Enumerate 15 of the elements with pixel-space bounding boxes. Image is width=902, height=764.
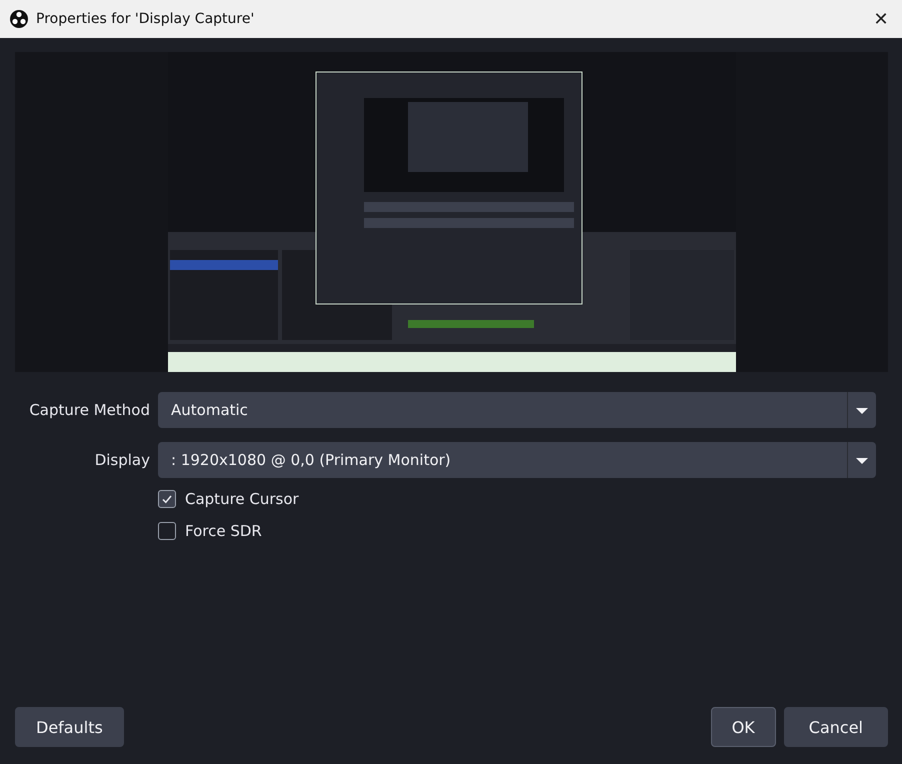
field-label: Capture Method bbox=[28, 401, 150, 419]
app-logo-icon bbox=[10, 10, 28, 28]
defaults-button[interactable]: Defaults bbox=[15, 707, 124, 747]
close-button[interactable]: ✕ bbox=[870, 8, 892, 30]
checkbox[interactable] bbox=[158, 522, 176, 540]
field-label: Display bbox=[94, 451, 150, 469]
cancel-button[interactable]: Cancel bbox=[784, 707, 888, 747]
ok-button[interactable]: OK bbox=[710, 707, 776, 747]
dropdown-field[interactable]: : 1920x1080 @ 0,0 (Primary Monitor) bbox=[158, 442, 876, 478]
checkbox-label: Force SDR bbox=[185, 522, 262, 540]
dropdown-field[interactable]: Automatic bbox=[158, 392, 876, 428]
checkmark-icon bbox=[161, 493, 173, 505]
checkbox-label: Capture Cursor bbox=[185, 490, 299, 508]
checkbox[interactable] bbox=[158, 490, 176, 508]
window-title: Properties for 'Display Capture' bbox=[36, 11, 256, 27]
